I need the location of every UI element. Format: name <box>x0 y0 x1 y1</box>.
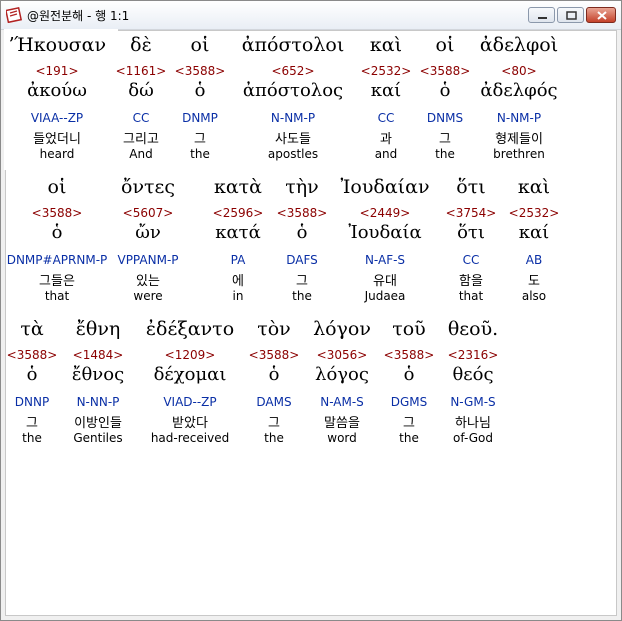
book-icon <box>6 7 22 23</box>
minimize-icon <box>538 17 547 19</box>
word-greek: θεοῦ. <box>447 318 499 340</box>
word-eng: also <box>521 289 547 303</box>
word-parse: AB <box>525 253 543 267</box>
close-button[interactable] <box>586 7 616 23</box>
word-kor: 하나님 <box>455 416 491 431</box>
word-parse: N-NM-P <box>496 111 542 125</box>
word-strong: <2316> <box>447 348 499 362</box>
word-strong: <2532> <box>508 206 560 220</box>
word-greek: καὶ <box>517 176 551 198</box>
window-title: @원전분해 - 행 1:1 <box>27 9 130 23</box>
word-lemma: θεός <box>452 364 494 385</box>
word-lemma: ἀδελφός <box>480 80 558 101</box>
word-kor: 도 <box>528 274 540 289</box>
word-lemma: καί <box>518 222 550 243</box>
word-parse: N-GM-S <box>450 395 496 409</box>
word-eng: brethren <box>493 147 545 161</box>
title-bar[interactable]: @원전분해 - 행 1:1 <box>1 1 621 30</box>
maximize-icon <box>566 11 577 20</box>
word-strong: <80> <box>501 64 537 78</box>
word-greek: ἀδελφοὶ <box>479 34 559 56</box>
maximize-button[interactable] <box>557 7 584 23</box>
close-icon <box>597 11 607 20</box>
word-eng: of-God <box>453 431 493 445</box>
word-kor: 형제들이 <box>495 132 543 147</box>
minimize-button[interactable] <box>528 7 555 23</box>
